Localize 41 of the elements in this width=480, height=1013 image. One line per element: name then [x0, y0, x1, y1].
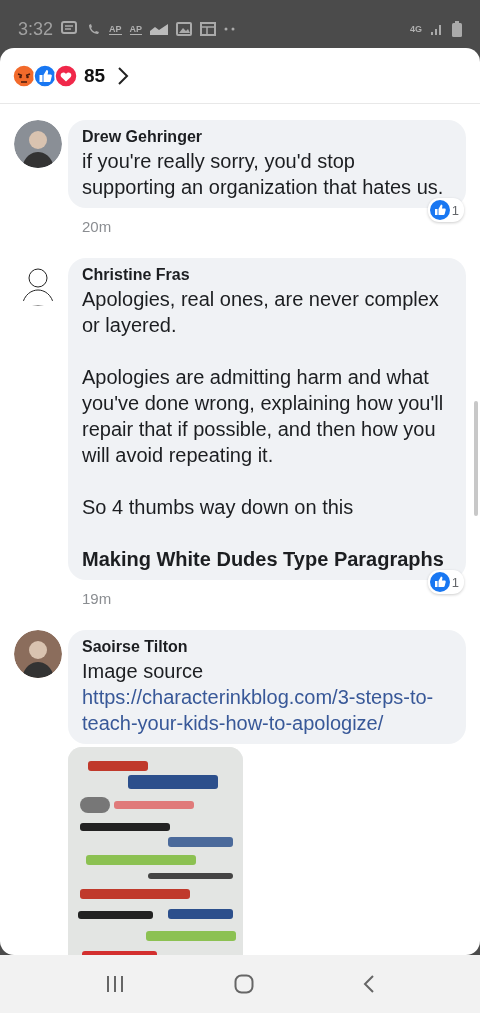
status-time: 3:32	[18, 18, 54, 40]
comment-author[interactable]: Saoirse Tilton	[82, 638, 446, 656]
scrollbar[interactable]	[474, 401, 478, 516]
wifi-call-icon	[87, 22, 102, 36]
recent-apps-icon[interactable]	[104, 975, 125, 993]
like-icon	[429, 200, 450, 220]
back-icon[interactable]	[363, 974, 376, 994]
notification-badge: AP	[129, 23, 143, 35]
message-icon	[61, 21, 80, 37]
like-count-badge[interactable]: 1	[427, 198, 464, 222]
chart-icon	[150, 23, 169, 35]
avatar[interactable]	[14, 630, 62, 678]
signal-icon	[430, 22, 444, 36]
home-icon[interactable]	[234, 974, 254, 994]
comment-text: Apologies, real ones, are never complex or layered.	[82, 287, 440, 338]
avatar[interactable]	[14, 120, 62, 168]
comment-text: So 4 thumbs way down on this	[82, 495, 355, 520]
comment-time: 20m	[81, 217, 112, 237]
love-reaction-icon	[54, 63, 78, 88]
comment-text: Apologies are admitting harm and what you've done wrong, explaining how you'll repair that if possible, and then how you will avoid repeating it.	[82, 365, 445, 468]
notification-badge: AP	[109, 23, 122, 35]
angry-reaction-icon	[12, 63, 36, 88]
like-count-badge[interactable]: 1	[427, 570, 464, 594]
battery-icon	[452, 21, 462, 37]
comment-text: if you're really sorry, you'd stop supporting an organization that hates us.	[82, 149, 445, 200]
comment-text: Image source	[82, 659, 205, 684]
more-icon	[224, 27, 237, 31]
comment-time: 19m	[81, 589, 112, 609]
like-reaction-icon	[33, 63, 57, 88]
comment-author[interactable]: Drew Gehringer	[82, 128, 446, 146]
network-type: 4G	[410, 24, 422, 34]
chevron-right-icon[interactable]	[117, 65, 130, 86]
like-icon	[429, 572, 450, 592]
comment-text: Making White Dudes Type Paragraphs	[82, 547, 445, 572]
comment-author[interactable]: Christine Fras	[82, 266, 446, 284]
reaction-count[interactable]: 85	[84, 64, 106, 87]
window-icon	[200, 22, 217, 36]
link[interactable]: https://characterinkblog.com/3-steps-to-teach-your-kids-how-to-apologize/	[82, 684, 446, 736]
like-count: 1	[451, 574, 459, 590]
like-count: 1	[451, 202, 459, 218]
image-icon	[176, 22, 193, 36]
